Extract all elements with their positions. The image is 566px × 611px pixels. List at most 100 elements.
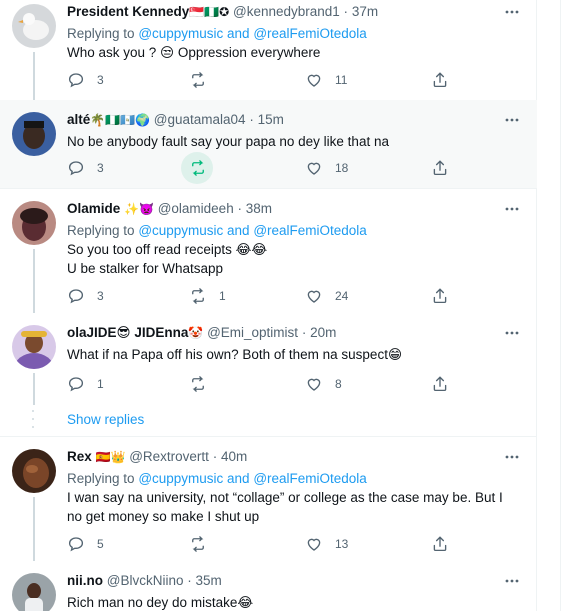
- more-icon[interactable]: [503, 111, 521, 129]
- avatar[interactable]: [12, 325, 56, 369]
- separator: ·: [212, 449, 218, 464]
- like-count: 13: [335, 537, 349, 551]
- reply-icon: [68, 161, 84, 176]
- share-button[interactable]: [431, 533, 449, 555]
- reply-count: 3: [97, 161, 104, 175]
- share-button[interactable]: [431, 69, 449, 91]
- avatar[interactable]: [12, 573, 56, 611]
- share-icon: [433, 288, 447, 304]
- more-icon[interactable]: [503, 324, 521, 342]
- tweet-text: So you too off read receipts 😂😂: [67, 242, 268, 257]
- retweet-icon: [192, 536, 204, 552]
- like-button[interactable]: 8: [305, 373, 342, 395]
- retweet-icon: [192, 160, 204, 176]
- share-button[interactable]: [431, 373, 449, 395]
- like-button[interactable]: 11: [305, 69, 347, 91]
- retweet-button[interactable]: [189, 69, 219, 91]
- reply-icon: [68, 73, 84, 88]
- timestamp[interactable]: 40m: [221, 449, 247, 464]
- share-icon: [433, 72, 447, 88]
- like-count: 11: [335, 73, 348, 87]
- share-button[interactable]: [431, 157, 449, 179]
- heart-icon: [307, 378, 321, 391]
- like-button[interactable]: 18: [305, 157, 348, 179]
- reply-button[interactable]: 5: [67, 533, 104, 555]
- tweet-text: no get money so make I shut up: [67, 509, 260, 524]
- reply-button[interactable]: 1: [67, 373, 104, 395]
- display-name[interactable]: nii.no: [67, 573, 103, 588]
- tweet[interactable]: nii.no @BlvckNiino · 35m Rich man no dey…: [0, 561, 537, 611]
- tweet-text: Rich man no dey do mistake😂: [67, 595, 254, 610]
- handle[interactable]: @Emi_optimist: [207, 325, 298, 340]
- reply-button[interactable]: 3: [67, 157, 104, 179]
- more-icon[interactable]: [503, 448, 521, 466]
- tweet-text: Who ask you ? 😒 Oppression everywhere: [67, 45, 321, 60]
- reply-count: 3: [97, 289, 104, 303]
- name-emoji: 🤡: [188, 326, 204, 340]
- name-emoji: ✨👿: [124, 202, 154, 216]
- show-replies-link[interactable]: Show replies: [67, 412, 144, 427]
- retweet-button[interactable]: [189, 373, 219, 395]
- tweet[interactable]: olaJIDE😎 JIDEnna🤡 @Emi_optimist · 20m Wh…: [0, 313, 537, 405]
- avatar[interactable]: [12, 201, 56, 245]
- timestamp[interactable]: 37m: [352, 4, 378, 19]
- more-icon[interactable]: [503, 200, 521, 218]
- share-button[interactable]: [431, 285, 449, 307]
- display-name[interactable]: Rex: [67, 449, 92, 464]
- more-icon[interactable]: [503, 572, 521, 590]
- replying-prefix: Replying to: [67, 223, 135, 238]
- tweet[interactable]: alté🌴🇳🇬🇬🇹🌍 @guatamala04 · 15m No be anyb…: [0, 100, 537, 188]
- handle[interactable]: @olamideeh: [158, 201, 234, 216]
- timestamp[interactable]: 20m: [310, 325, 336, 340]
- heart-icon: [307, 162, 321, 175]
- tweet-text: U be stalker for Whatsapp: [67, 261, 224, 276]
- reply-button[interactable]: 3: [67, 69, 104, 91]
- replying-prefix: Replying to: [67, 471, 135, 486]
- timestamp[interactable]: 15m: [258, 112, 284, 127]
- tweet[interactable]: President Kennedy🇸🇬🇳🇬✪ @kennedybrand1 · …: [0, 0, 537, 100]
- display-name[interactable]: Olamide: [67, 201, 120, 216]
- share-icon: [433, 536, 447, 552]
- thread-dots: [32, 408, 34, 430]
- thread-line: [33, 497, 35, 561]
- retweet-button[interactable]: 1: [189, 285, 226, 307]
- avatar[interactable]: [12, 112, 56, 156]
- like-button[interactable]: 24: [305, 285, 348, 307]
- retweet-icon: [192, 376, 204, 392]
- handle[interactable]: @Rextrovertt: [129, 449, 209, 464]
- replying-to-link[interactable]: @cuppymusic and @realFemiOtedola: [138, 26, 367, 41]
- like-count: 8: [335, 377, 342, 391]
- like-button[interactable]: 13: [305, 533, 348, 555]
- handle[interactable]: @guatamala04: [154, 112, 246, 127]
- retweet-button[interactable]: [189, 533, 219, 555]
- retweet-button[interactable]: [189, 157, 219, 179]
- avatar[interactable]: [12, 4, 56, 48]
- name-emoji: 🌴🇳🇬🇬🇹🌍: [90, 113, 151, 127]
- handle[interactable]: @BlvckNiino: [107, 573, 184, 588]
- separator: ·: [343, 4, 349, 19]
- display-name[interactable]: President Kennedy: [67, 4, 189, 19]
- timestamp[interactable]: 38m: [246, 201, 272, 216]
- heart-icon: [307, 538, 321, 551]
- more-icon[interactable]: [503, 3, 521, 21]
- reply-button[interactable]: 3: [67, 285, 104, 307]
- replying-to-link[interactable]: @cuppymusic and @realFemiOtedola: [138, 471, 367, 486]
- name-emoji: 🇸🇬🇳🇬✪: [189, 5, 230, 19]
- reply-icon: [68, 377, 84, 392]
- tweet[interactable]: Olamide ✨👿 @olamideeh · 38m Replying to …: [0, 189, 537, 313]
- like-count: 24: [335, 289, 349, 303]
- heart-icon: [307, 290, 321, 303]
- timestamp[interactable]: 35m: [196, 573, 222, 588]
- handle[interactable]: @kennedybrand1: [233, 4, 340, 19]
- separator: ·: [187, 573, 192, 588]
- tweet-text: What if na Papa off his own? Both of the…: [67, 347, 403, 362]
- reply-icon: [68, 537, 84, 552]
- tweet[interactable]: Rex 🇪🇸👑 @Rextrovertt · 40m Replying to @…: [0, 437, 537, 561]
- replying-to-link[interactable]: @cuppymusic and @realFemiOtedola: [138, 223, 367, 238]
- thread-line: [33, 52, 35, 100]
- retweet-count: 1: [219, 289, 226, 303]
- display-name[interactable]: alté: [67, 112, 90, 127]
- share-icon: [433, 376, 447, 392]
- display-name[interactable]: olaJIDE😎 JIDEnna: [67, 325, 188, 340]
- avatar[interactable]: [12, 449, 56, 493]
